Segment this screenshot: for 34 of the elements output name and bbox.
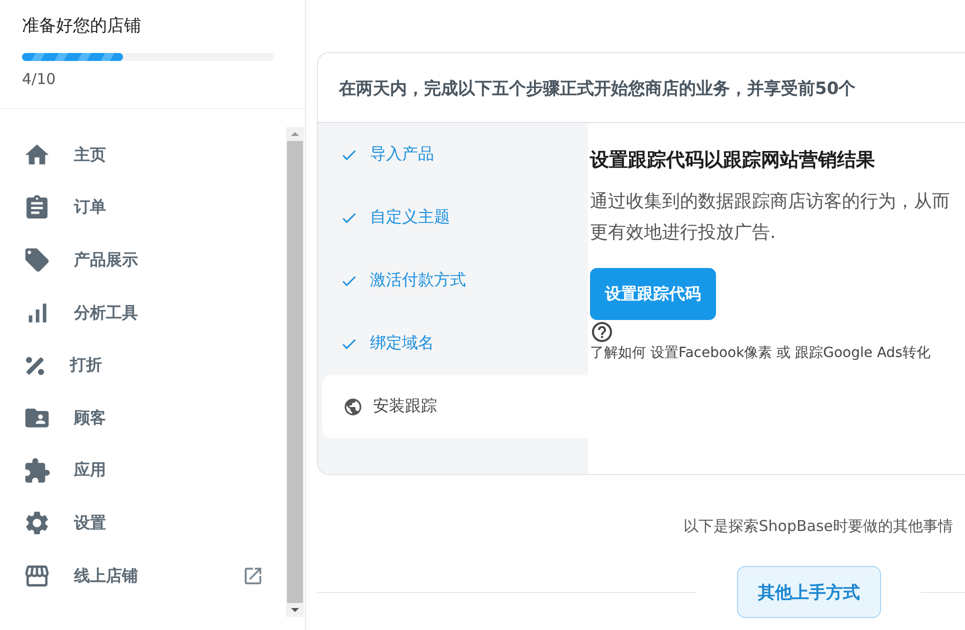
nav-item[interactable]: 打折 bbox=[0, 339, 286, 392]
step-label: 安装跟踪 bbox=[373, 396, 437, 417]
step-label: 绑定域名 bbox=[370, 333, 434, 354]
scrollbar[interactable] bbox=[286, 127, 304, 617]
detail-title: 设置跟踪代码以跟踪网站营销结果 bbox=[590, 148, 876, 173]
nav-item[interactable]: 顾客 bbox=[0, 392, 286, 445]
nav-item[interactable]: 线上店铺 bbox=[0, 550, 286, 602]
step-item[interactable]: 导入产品 bbox=[322, 123, 588, 186]
step-item[interactable]: 自定义主题 bbox=[322, 186, 588, 249]
step-item[interactable]: 绑定域名 bbox=[322, 312, 588, 375]
puzzle-icon bbox=[23, 456, 51, 485]
step-label: 激活付款方式 bbox=[370, 270, 466, 291]
scrollbar-thumb[interactable] bbox=[287, 141, 303, 603]
detail-description: 通过收集到的数据跟踪商店访客的行为，从而更有效地进行投放广告. bbox=[590, 190, 951, 245]
help-text: 了解如何 设置Facebook像素 或 跟踪Google Ads转化 bbox=[590, 344, 932, 362]
step-item[interactable]: 激活付款方式 bbox=[322, 249, 588, 312]
step-item[interactable]: 安装跟踪 bbox=[322, 375, 588, 438]
other-ways-button[interactable]: 其他上手方式 bbox=[737, 566, 881, 618]
nav-item[interactable]: 设置 bbox=[0, 497, 286, 550]
nav-item[interactable]: 订单 bbox=[0, 182, 286, 234]
nav-item[interactable]: 分析工具 bbox=[0, 286, 286, 340]
nav-item[interactable]: 应用 bbox=[0, 444, 286, 498]
nav-item[interactable]: 产品展示 bbox=[0, 234, 286, 287]
step-label: 导入产品 bbox=[370, 144, 434, 165]
more-text: 以下是探索ShopBase时要做的其他事情 bbox=[682, 517, 954, 536]
setup-tracking-button[interactable]: 设置跟踪代码 bbox=[590, 268, 716, 320]
step-label: 自定义主题 bbox=[370, 207, 450, 228]
help-icon[interactable] bbox=[590, 320, 614, 344]
sidebar-title: 准备好您的店铺 bbox=[22, 15, 142, 37]
tags-icon bbox=[23, 246, 51, 274]
nav-item[interactable]: 主页 bbox=[0, 129, 286, 182]
progress-reading: 4/10 bbox=[22, 70, 57, 88]
external-link-icon[interactable] bbox=[242, 565, 264, 588]
globe-icon bbox=[343, 396, 363, 416]
